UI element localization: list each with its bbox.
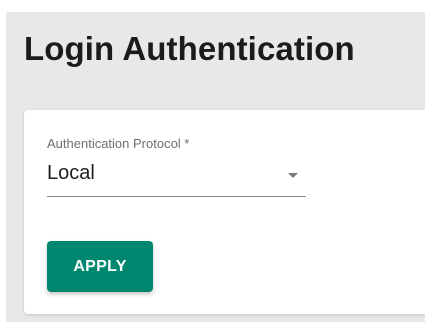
apply-button[interactable]: APPLY [47, 241, 153, 292]
authentication-protocol-label: Authentication Protocol * [47, 136, 190, 151]
authentication-protocol-select[interactable]: Authentication Protocol * Local [47, 134, 306, 200]
settings-card: Authentication Protocol * Local APPLY [24, 110, 425, 314]
authentication-protocol-value[interactable]: Local [47, 162, 95, 185]
dropdown-arrow-icon[interactable] [288, 173, 298, 178]
select-underline [47, 196, 306, 197]
page-title: Login Authentication [24, 30, 355, 67]
